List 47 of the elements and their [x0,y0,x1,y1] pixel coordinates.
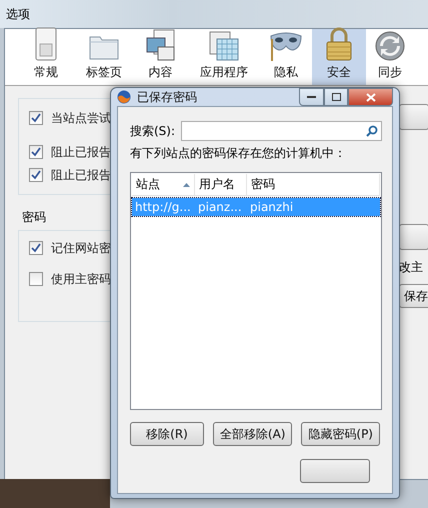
toolbar-tab[interactable]: 安全 [312,29,366,85]
dialog-button[interactable]: 全部移除(A) [212,422,292,446]
checkbox-label: 当站点尝试 [51,110,111,126]
calendar-icon [209,31,239,61]
column-header[interactable]: 密码 [247,174,380,195]
minimize-icon [307,96,316,98]
mask-icon [269,31,303,61]
checkbox[interactable] [29,145,43,159]
list-description: 有下列站点的密码保存在您的计算机中： [130,145,347,162]
minimize-button[interactable] [299,88,324,106]
close-icon [366,92,376,102]
dialog-button[interactable]: 隐藏密码(P) [301,422,380,446]
checkbox[interactable] [29,111,43,125]
globe-icon [117,90,131,104]
maximize-button[interactable] [324,88,348,106]
toolbar-tab[interactable]: 隐私 [260,29,312,85]
close-button[interactable] [348,88,393,106]
side-button[interactable] [399,224,428,250]
side-button[interactable] [399,104,428,130]
toolbar-tab[interactable]: 内容 [133,29,188,85]
column-header[interactable]: 站点 [132,174,195,195]
column-header[interactable]: 用户名 [195,174,247,195]
toolbar-tab[interactable]: 应用程序 [188,29,260,85]
side-button[interactable]: 保存 [399,284,428,308]
checkbox-label: 阻止已报告 [51,166,111,184]
dialog-title: 已保存密码 [137,88,198,106]
maximize-icon [332,93,340,101]
search-field[interactable] [181,121,382,141]
checkbox-label: 记住网站密 [51,240,111,256]
group-title: 密码 [22,209,47,226]
padlock-icon [325,27,353,61]
dialog-button[interactable]: 移除(R) [130,422,204,446]
checkbox[interactable] [29,272,43,286]
search-label: 搜索(S): [130,122,176,140]
toolbar-tab[interactable]: 常规 [17,29,75,85]
dialog-button[interactable] [300,459,370,483]
list-cell-text: pianz... [198,200,242,214]
checkbox[interactable] [29,241,43,255]
setting-label: 改主 [399,259,423,276]
search-icon [366,125,378,137]
window-title: 选项 [6,6,30,22]
list-cell-text: http://g... [135,200,191,214]
checkbox[interactable] [29,168,43,182]
checkbox-label: 阻止已报告 [51,144,111,160]
list-cell-text: pianzhi [250,200,294,214]
toolbar-tab[interactable]: 标签页 [75,29,133,85]
toolbar-tab[interactable]: 同步 [366,29,414,85]
